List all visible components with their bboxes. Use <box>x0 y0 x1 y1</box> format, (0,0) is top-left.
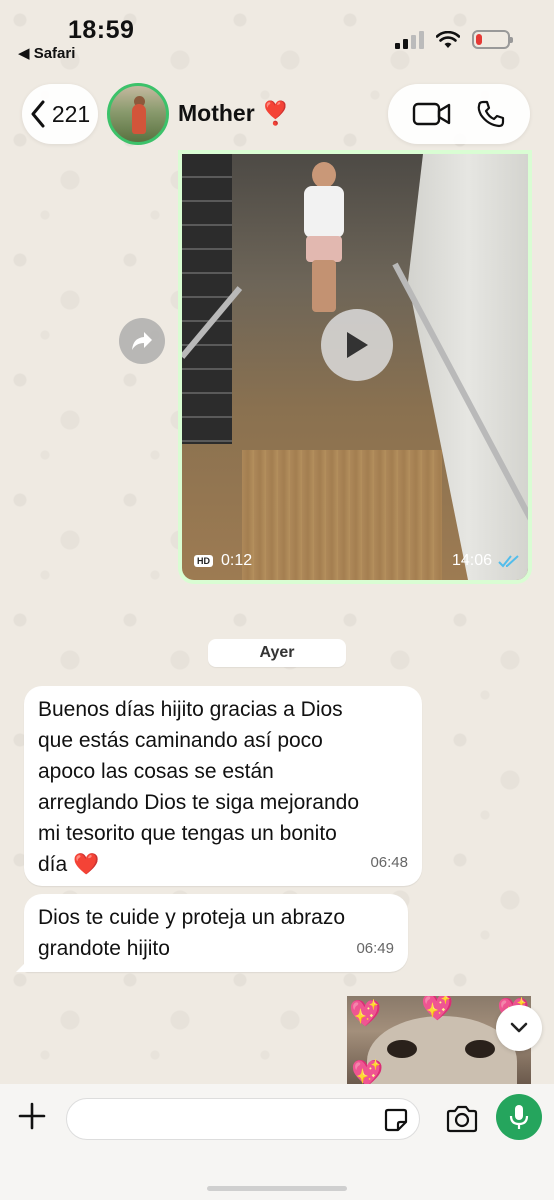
message-time: 06:49 <box>356 940 394 957</box>
message-text: Buenos días hijito gracias a Dios que es… <box>38 698 360 876</box>
battery-icon <box>472 30 513 49</box>
video-duration-text: 0:12 <box>221 552 253 569</box>
message-bubble[interactable]: Buenos días hijito gracias a Dios que es… <box>24 686 422 886</box>
microphone-button[interactable] <box>496 1094 542 1140</box>
plus-icon <box>18 1102 46 1130</box>
camera-icon <box>446 1105 478 1133</box>
back-button[interactable]: 221 <box>22 84 98 144</box>
video-duration: HD 0:12 <box>194 552 252 570</box>
message-bubble[interactable]: Dios te cuide y proteja un abrazo grando… <box>24 894 408 972</box>
video-call-icon[interactable] <box>412 101 452 127</box>
call-actions <box>388 84 530 144</box>
play-button[interactable] <box>321 309 393 381</box>
message-input-box[interactable] <box>66 1098 420 1140</box>
scroll-to-bottom-button[interactable] <box>496 1005 542 1051</box>
attach-button[interactable] <box>14 1098 50 1134</box>
cellular-signal-icon <box>395 30 424 49</box>
heart-exclamation-emoji: ❣️ <box>261 100 290 126</box>
forward-button[interactable] <box>119 318 165 364</box>
video-message[interactable]: HD 0:12 14:06 <box>178 150 532 584</box>
status-time: 18:59 <box>68 16 135 44</box>
chevron-left-icon <box>31 100 45 128</box>
message-text: Dios te cuide y proteja un abrazo grando… <box>38 906 346 960</box>
video-person <box>300 158 346 318</box>
home-indicator <box>207 1186 347 1191</box>
wifi-icon <box>436 30 460 48</box>
video-time-text: 14:06 <box>451 552 492 569</box>
double-check-icon <box>498 555 519 568</box>
camera-button[interactable] <box>443 1100 481 1138</box>
video-thumbnail: HD 0:12 14:06 <box>182 154 528 580</box>
chat-header: 221 Mother ❣️ <box>0 80 554 152</box>
sticker-icon[interactable] <box>383 1107 409 1133</box>
message-composer <box>0 1084 554 1200</box>
message-input[interactable] <box>81 1107 371 1133</box>
contact-name-text: Mother <box>178 100 255 126</box>
status-icons <box>395 30 513 49</box>
chevron-down-icon <box>510 1022 528 1033</box>
heart-sparkle-emoji: 💖 <box>421 996 454 1022</box>
date-separator: Ayer <box>208 639 346 667</box>
video-timestamp: 14:06 <box>452 552 520 570</box>
back-to-safari-link[interactable]: ◀ Safari <box>18 44 75 62</box>
heart-sparkle-emoji: 💖 <box>351 1058 384 1084</box>
play-icon <box>347 332 368 358</box>
contact-avatar[interactable] <box>107 83 169 145</box>
microphone-icon <box>509 1105 529 1129</box>
phone-icon[interactable] <box>476 99 506 129</box>
heart-sparkle-emoji: 💖 <box>349 998 382 1028</box>
unread-count: 221 <box>51 100 91 127</box>
hd-badge: HD <box>194 555 213 567</box>
battery-level <box>476 34 482 45</box>
forward-icon <box>132 332 152 350</box>
contact-name[interactable]: Mother ❣️ <box>178 100 290 127</box>
status-bar: 18:59 ◀ Safari <box>0 0 554 72</box>
message-time: 06:48 <box>370 854 408 871</box>
